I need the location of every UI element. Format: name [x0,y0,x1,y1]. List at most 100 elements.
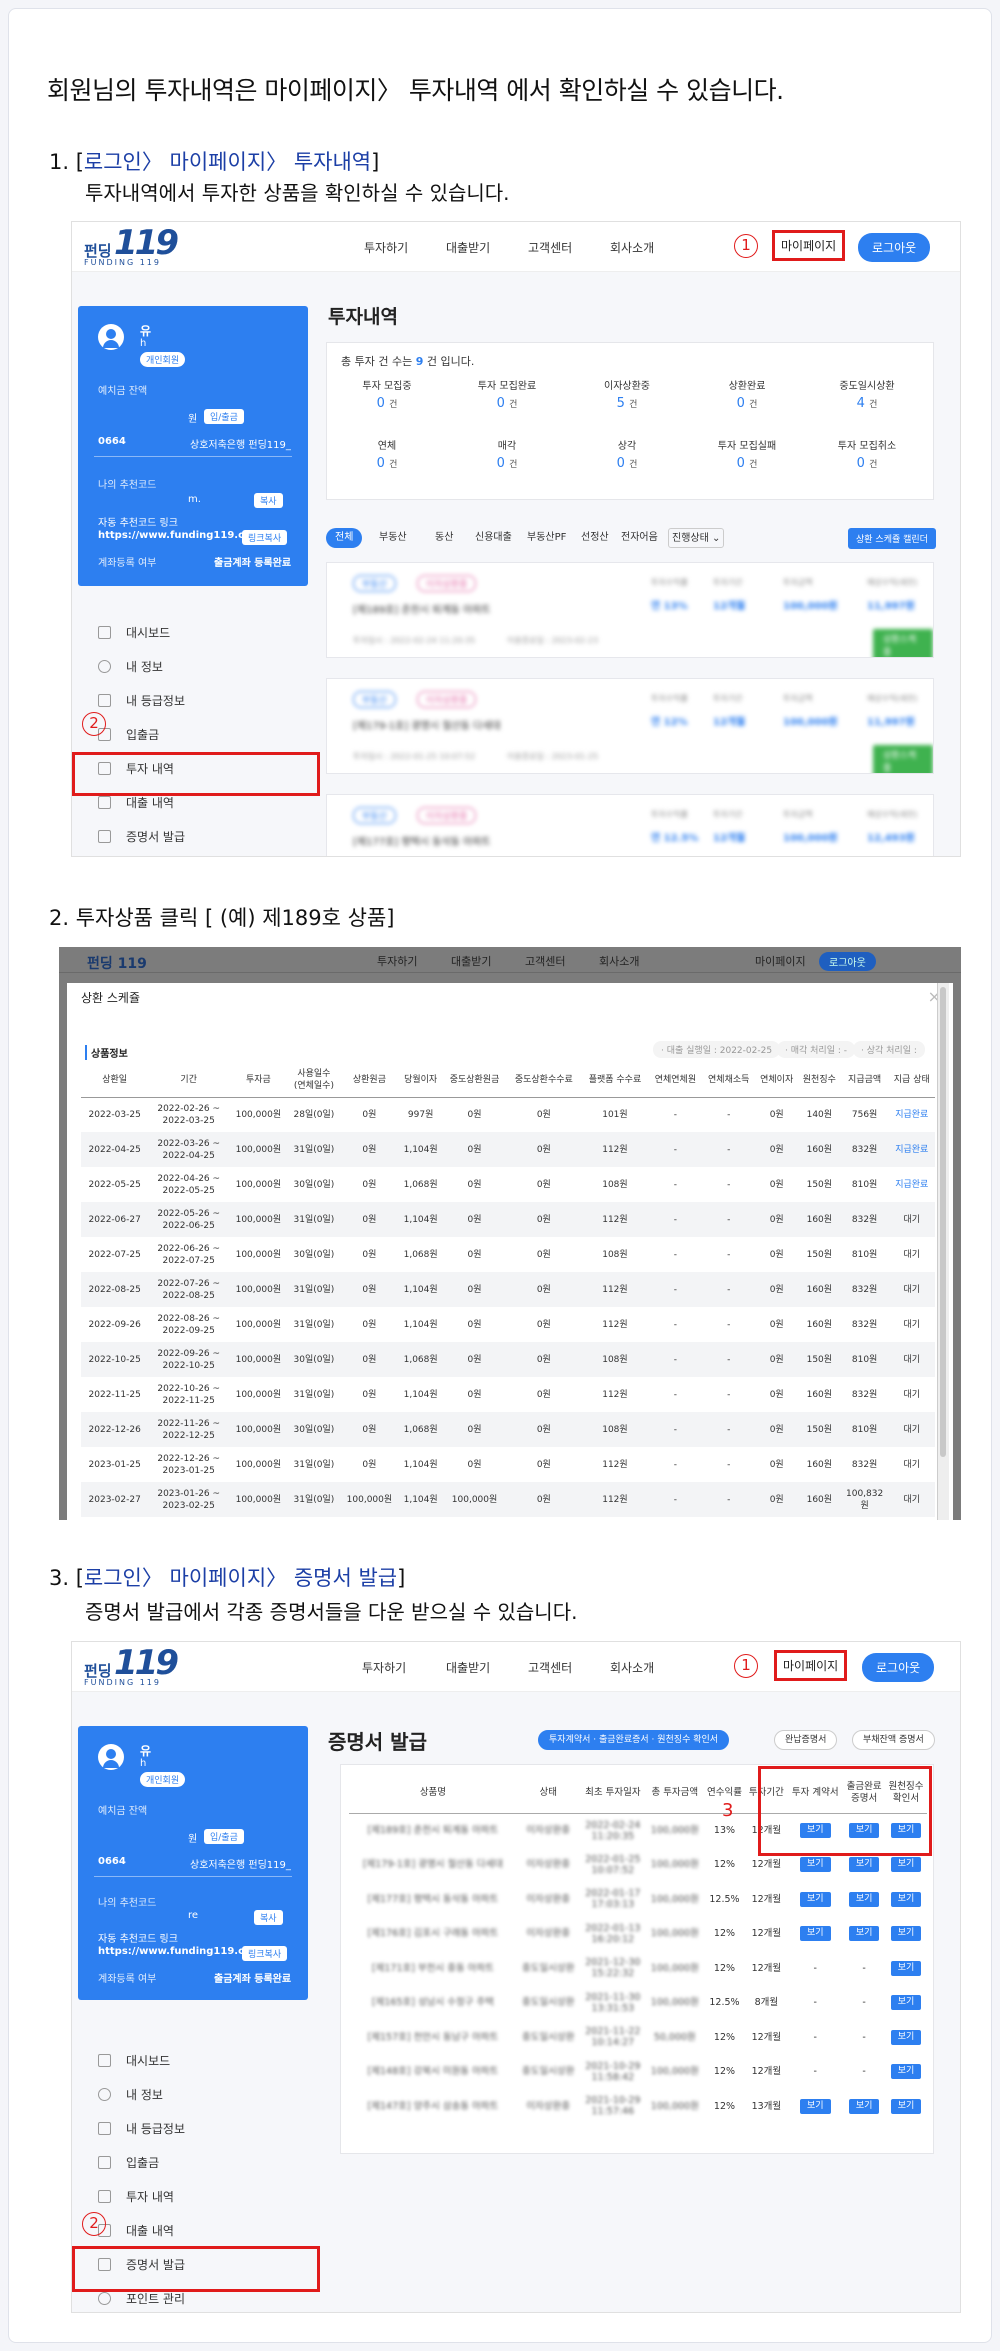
invest-card[interactable]: 부동산 이자상환중 [제179-1호] 광명시 철산동 다세대 투자수익률 연 12% 투… [326,678,934,774]
view-button[interactable]: 보기 [799,2098,831,2114]
summary-unit: 건 [629,460,638,470]
marker-1: 1 [734,1654,758,1678]
cert-col-header: 총 투자금액 [646,1773,704,1814]
menu-loan-history[interactable]: 대출 내역 [78,2216,308,2246]
filter-all[interactable]: 전체 [326,528,363,548]
schedule-cell: 0원 [467,1389,482,1400]
tab-full-payment[interactable]: 완납증명서 [774,1730,838,1750]
schedule-cell: 2023-01-26 ~2023-02-25 [148,1482,230,1517]
summary-cell: 투자 모집취소 0 건 [813,437,921,471]
site-logo[interactable]: 펀딩 119 FUNDING 119 [84,1646,194,1690]
copy-code-button[interactable]: 복사 [254,493,283,508]
summary-cell: 상각 0 건 [573,437,681,471]
dialog-scrollbar[interactable] [937,983,949,1520]
schedule-button[interactable]: 상환스케줄 [873,629,933,657]
logout-button[interactable]: 로그아웃 [858,233,931,262]
view-button[interactable]: 보기 [848,1891,880,1907]
nav-company[interactable]: 회사소개 [610,239,654,256]
schedule-cell: 1,068원 [398,1342,443,1377]
schedule-cell: - [702,1412,756,1447]
scrollbar-thumb[interactable] [940,987,946,1457]
site-logo[interactable]: 펀딩 119 FUNDING 119 [84,226,194,270]
schedule-cell: 100,000원 [235,1179,282,1190]
logo-mark: 119 [117,956,147,972]
menu-deposit[interactable]: 입출금 [78,2148,308,2178]
menu-certificate[interactable]: 증명서 발급 [78,822,308,852]
product-name[interactable]: [제177호] 평택시 동삭동 아파트 [353,833,491,848]
view-button[interactable]: 보기 [890,1926,922,1942]
invest-card[interactable]: 부동산 이자상환중 [제177호] 평택시 동삭동 아파트 투자수익률 연 12.5% 투… [326,794,934,856]
marker-2: 2 [82,2212,106,2236]
nav-invest[interactable]: 투자하기 [364,239,408,256]
view-button[interactable]: 보기 [890,1891,922,1907]
menu-my-info[interactable]: 내 정보 [78,652,308,682]
view-button[interactable]: 보기 [890,2029,922,2045]
status-badge: 이자상환중 [417,575,477,592]
menu-deposit[interactable]: 입출금 [78,720,308,750]
view-button[interactable]: 보기 [848,1926,880,1942]
copy-code-button[interactable]: 복사 [254,1910,283,1925]
marker-1: 1 [734,234,758,258]
copy-link-button[interactable]: 링크복사 [242,1946,288,1961]
product-name[interactable]: [제179-1호] 광명시 철산동 다세대 [353,717,501,732]
filter-credit[interactable]: 신용대출 [472,528,515,548]
nav-invest[interactable]: 투자하기 [362,1659,406,1676]
view-button[interactable]: 보기 [890,1857,922,1873]
menu-my-info[interactable]: 내 정보 [78,2080,308,2110]
view-button[interactable]: 보기 [799,1891,831,1907]
schedule-row: 2022-03-25 2022-02-26 ~2022-03-25 100,000원… [81,1097,935,1132]
certificate-icon [98,830,111,843]
copy-link-button[interactable]: 링크복사 [242,530,288,545]
schedule-cell: 100,832 원 [840,1482,889,1517]
nav-loan[interactable]: 대출받기 [446,239,490,256]
end-date: 이용종료일 : 2023-01-25 [507,752,599,761]
filter-presettle[interactable]: 선정산 [578,528,612,548]
calendar-button[interactable]: 상환 스케쥴 캘린더 [848,528,936,549]
tab-debt-balance[interactable]: 부채잔액 증명서 [852,1730,935,1750]
view-button[interactable]: 보기 [890,2098,922,2114]
deposit-withdraw-button[interactable]: 입/출금 [204,409,244,424]
cert-cell: [제179-1호] 광명시 철산동 다세대 [362,1859,504,1871]
highlight-invest-menu [72,752,320,796]
view-button[interactable]: 보기 [890,1995,922,2011]
product-name[interactable]: [제189호] 춘천시 퇴계동 아파트 [353,601,491,616]
schedule-cell: 2022-12-26 [81,1412,149,1447]
view-button[interactable]: 보기 [799,1857,831,1873]
schedule-cell: 대기 [888,1272,935,1307]
schedule-button[interactable]: 상환스케줄 [873,745,933,773]
cert-cell: 중도일시상환 [522,2031,575,2043]
filter-realestate[interactable]: 부동산 [376,528,410,548]
deposit-withdraw-button[interactable]: 입/출금 [204,1829,244,1844]
mypage-button[interactable]: 마이페이지 [774,1650,848,1681]
menu-dashboard[interactable]: 대시보드 [78,618,308,648]
cert-cell: - [862,2066,866,2078]
view-button[interactable]: 보기 [848,1857,880,1873]
filter-ebill[interactable]: 전자어음 [618,528,661,548]
nav-support[interactable]: 고객센터 [528,1659,572,1676]
schedule-cell: - [727,1319,731,1330]
view-button[interactable]: 보기 [799,1926,831,1942]
filter-pf[interactable]: 부동산PF [524,528,569,548]
menu-invest-history[interactable]: 투자 내역 [78,2182,308,2212]
menu-grade[interactable]: 내 등급정보 [78,2114,308,2144]
view-button[interactable]: 보기 [890,1960,922,1976]
logout-button[interactable]: 로그아웃 [862,1653,935,1682]
filter-status-select[interactable]: 진행상태 ⌄ [668,528,725,548]
tab-contracts[interactable]: 투자계약서 · 출금완료증서 · 원천징수 확인서 [538,1730,730,1750]
schedule-cell: 1,104원 [398,1482,443,1517]
summary-count: 0 [856,456,865,471]
view-button[interactable]: 보기 [890,2064,922,2080]
mypage-button[interactable]: 마이페이지 [772,230,846,261]
invest-card[interactable]: 부동산 이자상환중 [제189호] 춘천시 퇴계동 아파트 투자수익률 연 13% 투자기… [326,562,934,658]
schedule-cell: 0원 [536,1319,551,1330]
nav-support[interactable]: 고객센터 [528,239,572,256]
nav-loan[interactable]: 대출받기 [446,1659,490,1676]
invest-filters: 전체 부동산 동산 신용대출 부동산PF 선정산 전자어음 진행상태 ⌄ 상환 … [326,528,936,549]
menu-grade[interactable]: 내 등급정보 [78,686,308,716]
filter-movable[interactable]: 동산 [432,528,456,548]
view-button[interactable]: 보기 [848,2098,880,2114]
menu-dashboard[interactable]: 대시보드 [78,2046,308,2076]
schedule-col-header: 연체채소득 [702,1063,756,1098]
nav-company[interactable]: 회사소개 [610,1659,654,1676]
ref-link-label: 자동 추천코드 링크 [98,518,178,529]
